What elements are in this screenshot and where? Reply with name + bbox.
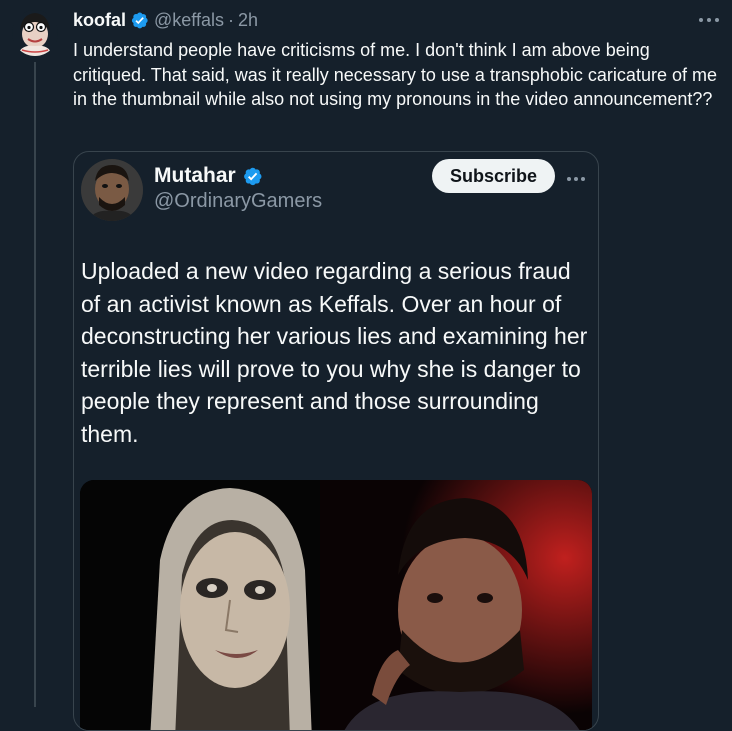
quoted-author-row: Mutahar — [154, 164, 263, 188]
tweet-text: I understand people have criticisms of m… — [73, 40, 717, 109]
quoted-author-handle[interactable]: @OrdinaryGamers — [154, 190, 322, 213]
quoted-author-avatar[interactable] — [81, 159, 143, 221]
more-horizontal-icon[interactable] — [696, 10, 722, 30]
author-name[interactable]: koofal — [73, 10, 126, 31]
verified-badge-icon[interactable] — [130, 11, 149, 30]
subscribe-button[interactable]: Subscribe — [432, 159, 555, 193]
tweet-header: koofal @keffals · 2h — [73, 9, 258, 31]
post-time[interactable]: 2h — [238, 10, 258, 31]
separator-dot: · — [228, 9, 234, 30]
author-avatar[interactable] — [12, 10, 58, 56]
author-handle[interactable]: @keffals — [154, 10, 224, 31]
more-horizontal-icon[interactable] — [566, 166, 586, 187]
quoted-tweet[interactable]: Mutahar @OrdinaryGamers Subscribe Upload… — [73, 151, 599, 731]
thread-connector-line — [34, 62, 36, 707]
verified-badge-icon[interactable] — [242, 166, 263, 187]
quoted-tweet-text: Uploaded a new video regarding a serious… — [81, 258, 588, 447]
video-thumbnail[interactable] — [80, 480, 592, 730]
tweet: koofal @keffals · 2h I understand people… — [0, 0, 732, 731]
quoted-author-name[interactable]: Mutahar — [154, 164, 236, 188]
